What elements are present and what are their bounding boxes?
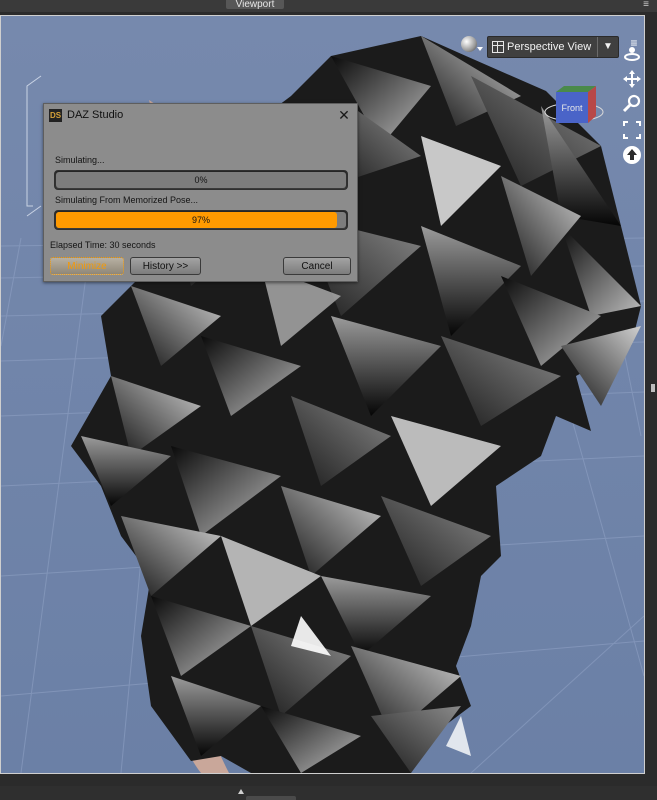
status-memorized-pose: Simulating From Memorized Pose...: [55, 195, 199, 205]
daz-logo-icon: DS: [49, 109, 62, 122]
progress-percent: 0%: [194, 175, 208, 185]
history-button[interactable]: History >>: [130, 257, 201, 275]
sphere-icon[interactable]: [461, 36, 477, 52]
panel-tab-strip: Viewport ≡: [0, 0, 657, 12]
orbit-icon[interactable]: [622, 44, 642, 64]
chevron-up-icon[interactable]: [238, 789, 244, 794]
view-camera-label: Perspective View: [507, 41, 592, 53]
chevron-down-icon[interactable]: [477, 47, 483, 51]
bottom-tab[interactable]: [246, 796, 296, 800]
tab-viewport[interactable]: Viewport: [226, 0, 284, 9]
dialog-title: DAZ Studio: [67, 109, 124, 121]
view-camera-select[interactable]: Perspective View ▼: [487, 36, 619, 58]
close-icon[interactable]: ✕: [337, 108, 351, 122]
panel-menu-icon[interactable]: ≡: [643, 0, 649, 10]
layout-grid-icon: [492, 41, 504, 53]
progress-percent: 97%: [191, 215, 210, 225]
progress-bar-memorized-pose: 97%: [54, 210, 348, 230]
minimize-button[interactable]: Minimize: [50, 257, 124, 275]
bottom-tab-strip: [0, 786, 657, 800]
view-cube-label: Front: [561, 103, 583, 113]
progress-bar-overall: 0%: [54, 170, 348, 190]
zoom-icon[interactable]: [622, 94, 642, 114]
view-cube[interactable]: Front: [543, 78, 605, 140]
simulation-progress-dialog: DS DAZ Studio ✕ Simulating... 0% Simulat…: [43, 103, 358, 282]
pan-icon[interactable]: [622, 69, 642, 89]
status-simulating: Simulating...: [55, 155, 105, 165]
reset-view-icon[interactable]: [622, 145, 642, 165]
cancel-button[interactable]: Cancel: [283, 257, 351, 275]
panel-resize-handle[interactable]: [651, 384, 655, 392]
chevron-down-icon[interactable]: ▼: [597, 37, 618, 57]
elapsed-time: Elapsed Time: 30 seconds: [50, 240, 156, 250]
dialog-title-bar[interactable]: DS DAZ Studio ✕: [44, 104, 357, 126]
frame-icon[interactable]: [622, 120, 642, 140]
